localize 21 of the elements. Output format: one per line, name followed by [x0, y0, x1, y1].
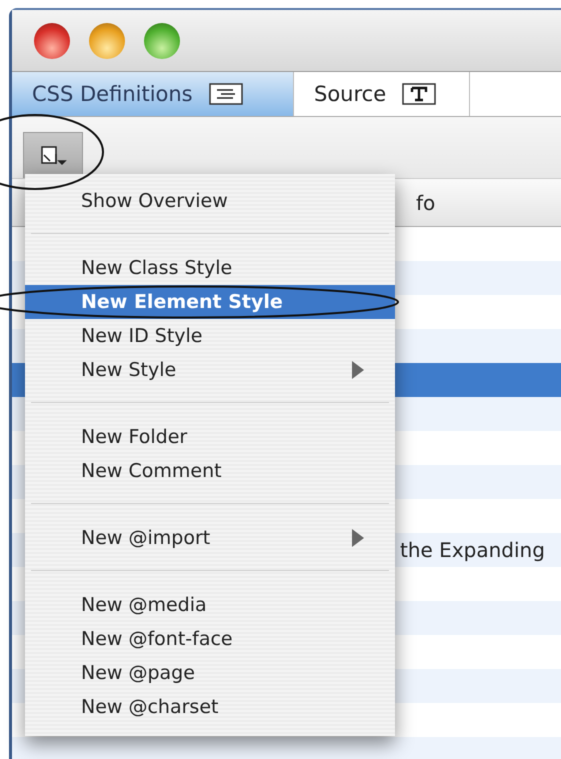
menu-item[interactable]: New Folder — [25, 420, 395, 454]
column-heading[interactable]: fo — [416, 190, 436, 214]
menu-item[interactable]: New Comment — [25, 454, 395, 488]
menu-item[interactable]: New ID Style — [25, 319, 395, 353]
menu-item[interactable]: New Style — [25, 353, 395, 387]
close-button[interactable] — [34, 22, 70, 58]
lines-icon — [208, 83, 243, 105]
menu-item[interactable]: New @page — [25, 656, 395, 690]
tab[interactable]: CSS Definitions — [12, 72, 294, 116]
menu-item[interactable]: New @import — [25, 521, 395, 555]
menu-item[interactable]: Show Overview — [25, 184, 395, 218]
zoom-button[interactable] — [144, 22, 180, 58]
menu-item[interactable]: New Class Style — [25, 251, 395, 285]
menu-item[interactable]: New @media — [25, 588, 395, 622]
menu-item[interactable]: New @charset — [25, 690, 395, 724]
text-icon — [402, 83, 436, 105]
row-text: the Expanding — [400, 538, 545, 562]
menu-item[interactable]: New @font-face — [25, 622, 395, 656]
minimize-button[interactable] — [89, 22, 125, 58]
add-menu-button[interactable] — [23, 132, 83, 178]
new-item-icon — [39, 144, 67, 168]
